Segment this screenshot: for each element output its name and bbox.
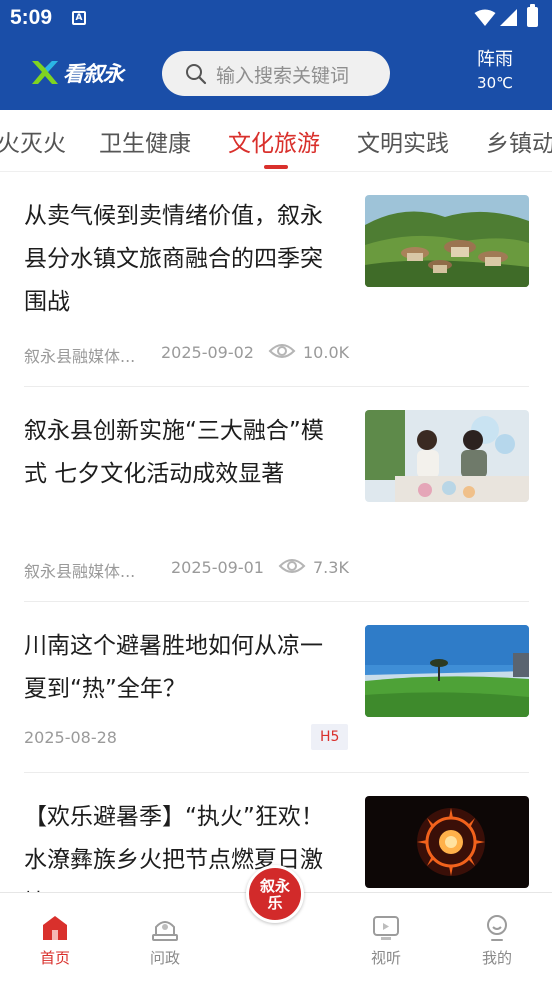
notification-icon: A: [72, 11, 86, 25]
signal-icon: [500, 9, 517, 26]
feed-divider: [24, 772, 529, 773]
views-eye-icon: [268, 344, 296, 358]
article-title: 从卖气候到卖情绪价值，叙永县分水镇文旅商融合的四季突围战: [24, 203, 323, 315]
article-card[interactable]: 叙永县创新实施“三大融合”模式 七夕文化活动成效显著 叙永县融媒体... 202…: [24, 410, 529, 581]
tab-culture-tourism[interactable]: 文化旅游: [228, 124, 320, 158]
nav-petition-label: 问政: [149, 949, 180, 967]
article-feed[interactable]: 从卖气候到卖情绪价值，叙永县分水镇文旅商融合的四季突围战 叙永县融媒体... 2…: [0, 173, 552, 893]
center-feature-button[interactable]: 叙永 乐: [246, 865, 304, 923]
wifi-icon: [474, 9, 496, 26]
article-views: 10.0K: [303, 343, 350, 362]
nav-profile-label: 我的: [481, 949, 512, 967]
center-button-text: 叙永 乐: [259, 877, 290, 912]
logo-text: 看叙永: [63, 61, 124, 86]
article-date: 2025-09-02: [161, 343, 254, 362]
petition-icon: [152, 921, 178, 941]
article-date: 2025-09-01: [171, 558, 264, 577]
article-title: 川南这个避暑胜地如何从凉一夏到“热”全年？: [24, 633, 323, 702]
tab-fire-safety[interactable]: 火灭火: [0, 124, 66, 158]
feed-divider: [24, 601, 529, 602]
article-thumbnail: [365, 195, 529, 287]
article-thumbnail: [365, 625, 529, 717]
search-bar[interactable]: 输入搜索关键词: [162, 51, 390, 96]
article-thumbnail: [365, 410, 529, 502]
nav-media[interactable]: 视听: [346, 913, 426, 968]
app-logo[interactable]: 看叙永: [30, 55, 140, 89]
article-source: 叙永县融媒体...: [24, 562, 136, 581]
tab-civilization-practice[interactable]: 文明实践: [357, 124, 449, 158]
status-bar: 5:09 A: [0, 0, 552, 38]
weather-temperature: 30℃: [477, 74, 513, 92]
nav-home-label: 首页: [39, 949, 70, 967]
h5-badge: H5: [311, 724, 349, 750]
nav-home[interactable]: 首页: [15, 913, 95, 968]
search-icon: [186, 64, 207, 85]
weather-condition: 阵雨: [477, 49, 513, 70]
tab-township-news[interactable]: 乡镇动态: [486, 124, 552, 158]
nav-petition[interactable]: 问政: [125, 913, 205, 968]
search-placeholder: 输入搜索关键词: [216, 65, 350, 87]
article-card[interactable]: 川南这个避暑胜地如何从凉一夏到“热”全年？ 2025-08-28 H5: [24, 625, 529, 755]
feed-divider: [24, 386, 529, 387]
weather-widget[interactable]: 阵雨 30℃: [460, 48, 530, 94]
nav-media-label: 视听: [370, 949, 401, 967]
status-time: 5:09: [10, 6, 53, 29]
top-header: 5:09 A 看叙永 输入搜索关键词 阵雨 30℃: [0, 0, 552, 110]
battery-icon: [527, 4, 538, 27]
tab-health[interactable]: 卫生健康: [99, 124, 191, 158]
article-views: 7.3K: [313, 558, 349, 577]
article-card[interactable]: 从卖气候到卖情绪价值，叙永县分水镇文旅商融合的四季突围战 叙永县融媒体... 2…: [24, 195, 529, 366]
article-title: 叙永县创新实施“三大融合”模式 七夕文化活动成效显著: [24, 418, 324, 487]
article-date: 2025-08-28: [24, 728, 117, 747]
tv-icon: [373, 916, 399, 940]
profile-icon: [487, 915, 507, 941]
views-eye-icon: [278, 559, 306, 573]
article-thumbnail: [365, 796, 529, 888]
category-tabs: 火灭火 卫生健康 文化旅游 文明实践 乡镇动态: [0, 110, 552, 172]
active-tab-indicator: [264, 165, 288, 169]
article-source: 叙永县融媒体...: [24, 347, 136, 366]
logo-mark-icon: [32, 61, 58, 84]
home-icon: [43, 916, 67, 940]
nav-profile[interactable]: 我的: [457, 913, 537, 968]
